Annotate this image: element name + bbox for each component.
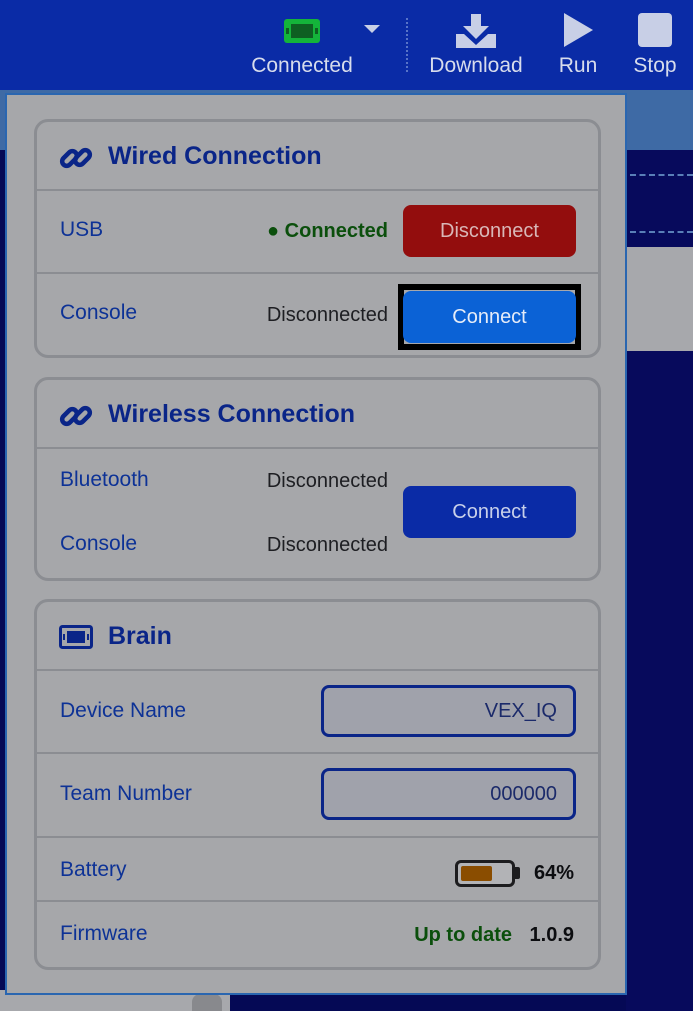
- usb-status-text: Connected: [284, 220, 388, 242]
- brain-icon: [284, 19, 320, 43]
- wired-console-connect-button[interactable]: Connect: [403, 291, 576, 343]
- background-scroll-handle: [192, 994, 222, 1011]
- caret-down-icon: [364, 25, 380, 33]
- wireless-connection-card: Wireless Connection Bluetooth Disconnect…: [34, 377, 601, 581]
- download-button[interactable]: Download: [424, 0, 528, 90]
- battery-label: Battery: [60, 858, 127, 881]
- top-toolbar: Connected Download Run Stop: [0, 0, 693, 90]
- download-label: Download: [429, 54, 523, 77]
- wireless-connection-title: Wireless Connection: [108, 400, 356, 428]
- play-icon: [564, 13, 593, 47]
- link-icon: [59, 147, 93, 169]
- run-label: Run: [558, 54, 598, 77]
- usb-row: USB ● Connected Disconnect: [37, 191, 598, 274]
- battery-row: Battery 64%: [37, 838, 598, 902]
- firmware-version: 1.0.9: [529, 924, 574, 946]
- stop-button[interactable]: Stop: [628, 0, 682, 90]
- wired-connection-header: Wired Connection: [37, 122, 598, 191]
- toolbar-divider: [406, 18, 408, 72]
- brain-header: Brain: [37, 602, 598, 671]
- wired-console-status: Disconnected: [266, 304, 388, 326]
- bluetooth-status: Disconnected: [266, 470, 388, 492]
- wireless-console-label: Console: [60, 532, 138, 555]
- link-icon: [59, 405, 93, 427]
- wireless-connect-button[interactable]: Connect: [403, 486, 576, 538]
- background-block: [626, 247, 693, 351]
- stop-icon: [638, 13, 672, 47]
- bluetooth-label: Bluetooth: [60, 468, 149, 491]
- firmware-status: Up to date: [414, 924, 512, 946]
- usb-label: USB: [60, 218, 104, 241]
- device-name-label: Device Name: [60, 699, 187, 722]
- team-number-row: Team Number: [37, 754, 598, 838]
- wired-console-row: Console Disconnected Connect: [37, 274, 598, 355]
- wired-console-label: Console: [60, 301, 138, 324]
- connection-panel: Wired Connection USB ● Connected Disconn…: [5, 93, 627, 995]
- brain-title: Brain: [108, 622, 172, 650]
- device-name-input[interactable]: [321, 685, 576, 737]
- wired-connection-card: Wired Connection USB ● Connected Disconn…: [34, 119, 601, 358]
- brain-card: Brain Device Name Team Number Battery 64…: [34, 599, 601, 970]
- brain-icon: [59, 625, 93, 649]
- connected-button[interactable]: Connected: [246, 0, 358, 90]
- connected-label: Connected: [251, 54, 353, 77]
- wireless-console-status: Disconnected: [266, 534, 388, 556]
- connection-menu-toggle[interactable]: [362, 0, 382, 90]
- stop-label: Stop: [633, 54, 677, 77]
- download-icon: [456, 14, 496, 48]
- device-name-row: Device Name: [37, 671, 598, 754]
- status-dot-icon: ●: [267, 220, 285, 242]
- wired-connection-title: Wired Connection: [108, 142, 322, 170]
- battery-icon: [455, 860, 515, 887]
- run-button[interactable]: Run: [552, 0, 604, 90]
- battery-terminal: [515, 867, 520, 879]
- wireless-rows: Bluetooth Disconnected Console Disconnec…: [37, 449, 598, 577]
- wireless-connection-header: Wireless Connection: [37, 380, 598, 449]
- background-guide-line: [630, 174, 693, 176]
- firmware-label: Firmware: [60, 922, 148, 945]
- team-number-input[interactable]: [321, 768, 576, 820]
- team-number-label: Team Number: [60, 782, 192, 805]
- firmware-row: Firmware Up to date 1.0.9: [37, 902, 598, 967]
- battery-percent: 64%: [533, 862, 574, 884]
- battery-level: [461, 866, 492, 881]
- usb-disconnect-button[interactable]: Disconnect: [403, 205, 576, 257]
- background-guide-line: [630, 231, 693, 233]
- usb-status: ● Connected: [267, 220, 388, 243]
